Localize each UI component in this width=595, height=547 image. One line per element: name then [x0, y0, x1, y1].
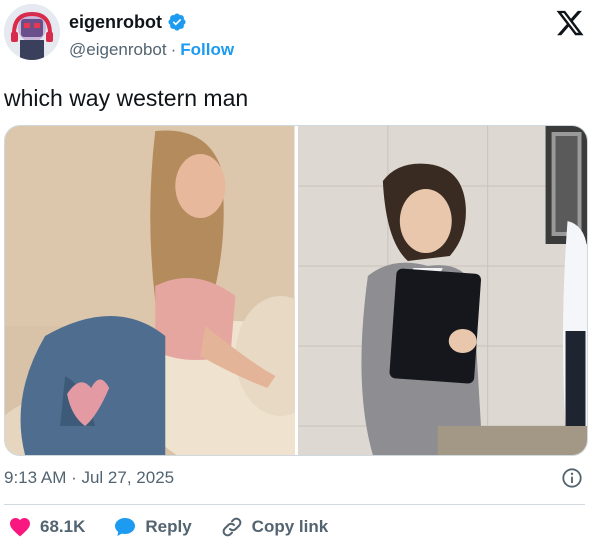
- info-icon[interactable]: [561, 467, 583, 489]
- like-count: 68.1K: [40, 517, 86, 536]
- reply-button[interactable]: Reply: [113, 515, 192, 539]
- author-name[interactable]: eigenrobot: [69, 12, 162, 32]
- x-logo-icon[interactable]: [555, 8, 585, 38]
- tweet-media[interactable]: [4, 125, 588, 456]
- media-photo-right[interactable]: [297, 126, 587, 455]
- tweet-timestamp[interactable]: 9:13 AM · Jul 27, 2025: [4, 468, 174, 488]
- copy-link-label: Copy link: [251, 517, 329, 536]
- follow-button[interactable]: Follow: [180, 40, 234, 60]
- divider: [4, 504, 585, 505]
- media-photo-left[interactable]: [5, 126, 295, 455]
- like-button[interactable]: 68.1K: [8, 515, 85, 539]
- reply-bubble-icon: [115, 518, 136, 536]
- avatar[interactable]: [4, 4, 60, 60]
- tweet-text: which way western man: [4, 85, 249, 111]
- link-icon: [222, 517, 242, 537]
- copy-link-button[interactable]: Copy link: [220, 515, 329, 539]
- heart-icon: [10, 518, 30, 537]
- author-handle[interactable]: @eigenrobot: [69, 40, 167, 60]
- verified-badge-icon: [168, 13, 186, 31]
- reply-label: Reply: [145, 517, 192, 536]
- tweet-actions: 68.1K Reply Copy link: [8, 515, 356, 539]
- handle-separator: ·: [170, 40, 177, 59]
